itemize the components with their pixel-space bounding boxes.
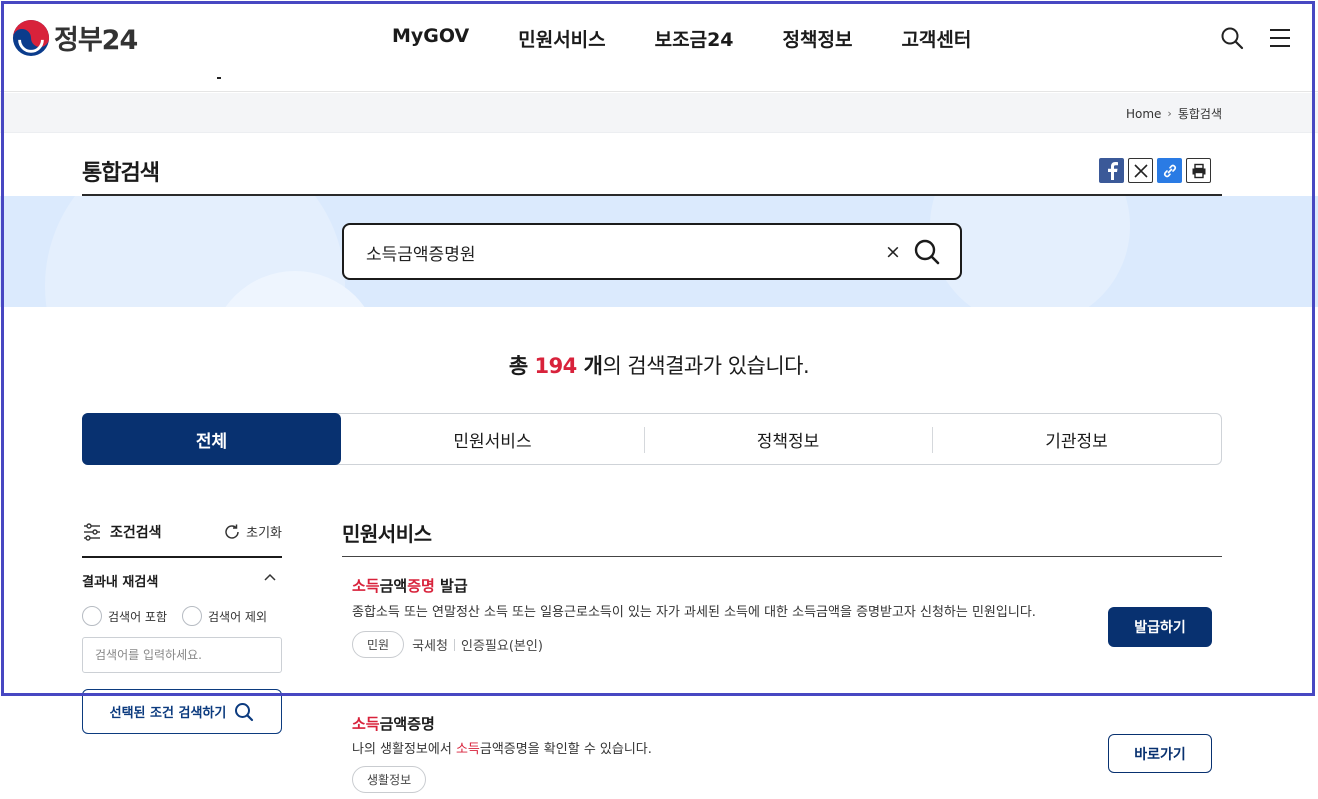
desc-highlight: 소득 — [455, 742, 480, 757]
nav-customer-center[interactable]: 고객센터 — [901, 25, 971, 52]
filter-title: 조건검색 — [82, 522, 162, 542]
auth-requirement: 인증필요(본인) — [460, 639, 543, 654]
gov24-logo[interactable]: 정부24 — [12, 18, 138, 57]
chevron-right-icon: › — [1167, 107, 1172, 120]
reset-button[interactable]: 초기화 — [223, 522, 282, 541]
radio-include-label: 검색어 포함 — [108, 609, 168, 624]
title-highlight: 소득 — [352, 715, 380, 733]
nav-policy-info[interactable]: 정책정보 — [783, 25, 853, 52]
result-number: 194 — [534, 354, 577, 378]
reset-label: 초기화 — [246, 526, 282, 541]
title-text: 금액증명 — [379, 715, 435, 733]
desc-text: 나의 생활정보에서 — [352, 742, 456, 757]
result-unit: 개 — [576, 354, 603, 378]
tab-agency-info[interactable]: 기관정보 — [932, 414, 1221, 464]
item-title[interactable]: 소득금액증명 — [352, 713, 1212, 734]
refine-search-title: 결과내 재검색 — [82, 575, 159, 590]
page-title: 통합검색 — [82, 161, 160, 186]
breadcrumb: Home › 통합검색 — [1126, 105, 1222, 122]
item-meta: 민원 국세청 인증필요(본인) — [352, 631, 1212, 658]
category-tag: 민원 — [352, 631, 405, 658]
list-item: 소득금액증명 나의 생활정보에서 소득금액증명을 확인할 수 있습니다. 생활정… — [352, 713, 1212, 793]
breadcrumb-home[interactable]: Home — [1126, 107, 1161, 121]
stray-mark — [217, 77, 221, 79]
tab-policy-info[interactable]: 정책정보 — [644, 414, 932, 464]
issue-button[interactable]: 발급하기 — [1108, 607, 1212, 647]
search-box: × — [342, 223, 962, 280]
site-header: 정부24 MyGOV 민원서비스 보조금24 정책정보 고객센터 — [0, 0, 1318, 92]
tab-label: 민원서비스 — [453, 431, 532, 452]
result-tabs: 전체 민원서비스 정책정보 기관정보 — [82, 413, 1222, 465]
tab-label: 정책정보 — [756, 431, 820, 452]
link-icon[interactable] — [1157, 158, 1182, 183]
result-suffix: 의 검색결과가 있습니다. — [602, 354, 810, 378]
nav-mygov[interactable]: MyGOV — [392, 25, 469, 52]
agency-name: 국세청 — [412, 639, 448, 654]
radio-exclude[interactable]: 검색어 제외 — [182, 606, 267, 626]
radio-exclude-label: 검색어 제외 — [208, 609, 268, 624]
taegeuk-logo-icon — [12, 19, 50, 56]
tab-label: 전체 — [195, 431, 228, 452]
title-text: 금액 — [379, 577, 408, 595]
title-highlight: 증명 — [407, 577, 435, 595]
category-tag: 생활정보 — [352, 766, 427, 793]
tab-label: 기관정보 — [1045, 431, 1108, 452]
breadcrumb-bar: Home › 통합검색 — [0, 93, 1318, 133]
x-twitter-icon[interactable] — [1128, 158, 1153, 183]
search-submit-icon[interactable] — [912, 237, 942, 267]
item-description: 나의 생활정보에서 소득금액증명을 확인할 수 있습니다. — [352, 740, 1082, 760]
chevron-up-icon[interactable] — [262, 570, 278, 586]
filter-title-label: 조건검색 — [110, 525, 162, 541]
result-prefix: 총 — [508, 354, 535, 378]
item-description: 종합소득 또는 연말정산 소득 또는 일용근로소득이 있는 자가 과세된 소득에… — [352, 605, 1036, 620]
filter-sliders-icon — [84, 523, 100, 541]
tab-civil-service[interactable]: 민원서비스 — [341, 414, 644, 464]
section-title: 민원서비스 — [342, 522, 432, 546]
meta-divider — [453, 638, 455, 651]
logo-text: 정부24 — [54, 25, 138, 56]
search-icon — [235, 702, 254, 721]
refine-search-input[interactable] — [82, 637, 282, 673]
refresh-icon — [225, 524, 239, 539]
apply-filter-button[interactable]: 선택된 조건 검색하기 — [82, 689, 282, 734]
main-nav: MyGOV 민원서비스 보조금24 정책정보 고객센터 — [392, 25, 1020, 52]
search-icon[interactable] — [1220, 26, 1244, 50]
item-title[interactable]: 소득금액증명 발급 — [352, 575, 1212, 596]
go-button[interactable]: 바로가기 — [1108, 734, 1212, 773]
breadcrumb-current: 통합검색 — [1177, 107, 1222, 121]
print-icon[interactable] — [1186, 158, 1211, 183]
title-text: 발급 — [434, 577, 468, 595]
menu-icon[interactable] — [1268, 26, 1292, 50]
clear-search-button[interactable]: × — [884, 240, 902, 264]
section-divider — [342, 556, 1222, 557]
share-toolbar — [1099, 158, 1215, 183]
list-item: 소득금액증명 발급 종합소득 또는 연말정산 소득 또는 일용근로소득이 있는 … — [352, 575, 1212, 658]
tab-divider — [932, 427, 933, 453]
nav-subsidy24[interactable]: 보조금24 — [655, 25, 734, 52]
tab-divider — [644, 427, 645, 453]
item-meta: 생활정보 — [352, 766, 1212, 793]
facebook-icon[interactable] — [1099, 158, 1124, 183]
tab-all[interactable]: 전체 — [82, 413, 341, 465]
radio-circle — [182, 606, 202, 626]
filter-header: 조건검색 초기화 — [82, 522, 282, 558]
nav-civil-service[interactable]: 민원서비스 — [518, 25, 605, 52]
radio-circle — [82, 606, 102, 626]
title-highlight: 소득 — [352, 577, 380, 595]
search-input[interactable] — [366, 239, 846, 265]
desc-text: 금액증명을 확인할 수 있습니다. — [479, 742, 652, 757]
result-count: 총 194 개의 검색결과가 있습니다. — [0, 350, 1318, 380]
radio-include[interactable]: 검색어 포함 — [82, 606, 167, 626]
apply-filter-label: 선택된 조건 검색하기 — [109, 706, 227, 721]
